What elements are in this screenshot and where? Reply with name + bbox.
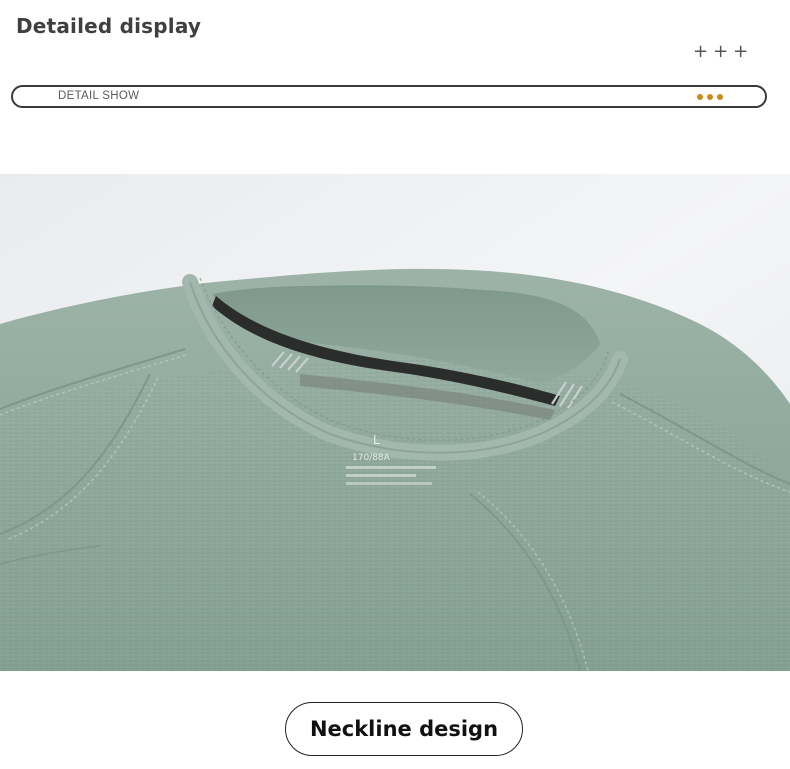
dot bbox=[717, 94, 723, 100]
section-bar-label: DETAIL SHOW bbox=[58, 90, 140, 102]
section-title: Detailed display bbox=[16, 14, 202, 38]
dots-icon bbox=[697, 94, 723, 100]
label-size: L bbox=[373, 433, 380, 447]
dot bbox=[707, 94, 713, 100]
caption-pill: Neckline design bbox=[285, 702, 523, 756]
dot bbox=[697, 94, 703, 100]
product-photo: L 170/88A bbox=[0, 174, 790, 671]
section-bar: DETAIL SHOW bbox=[11, 85, 767, 108]
plus-icon: +++ bbox=[693, 41, 754, 62]
label-measure: 170/88A bbox=[352, 453, 391, 463]
